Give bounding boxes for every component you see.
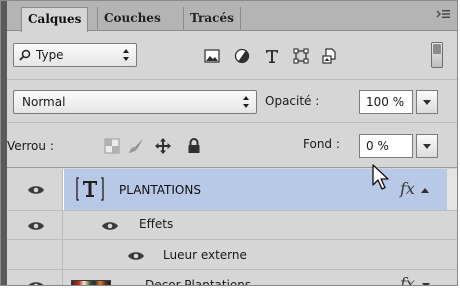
image-filter-icon[interactable] <box>203 47 221 65</box>
shape-filter-icon[interactable] <box>292 47 310 65</box>
blend-row: Normal Opacité : 100 % <box>7 81 457 123</box>
layer-name-decor-plantations[interactable]: Decor Plantations <box>145 278 251 285</box>
visibility-cell[interactable] <box>7 270 63 286</box>
layer-name-plantations[interactable]: PLANTATIONS <box>119 183 201 197</box>
tab-traces[interactable]: Tracés <box>183 7 241 31</box>
lock-image-pixels-icon[interactable] <box>127 137 145 155</box>
lock-position-icon[interactable] <box>154 137 172 155</box>
text-layer-thumbnail-icon <box>76 177 104 201</box>
updown-arrows-icon <box>243 96 249 108</box>
lock-all-icon[interactable] <box>185 137 203 155</box>
filter-toggle-switch[interactable] <box>431 42 443 68</box>
opacity-field[interactable]: 100 % <box>359 90 413 114</box>
collapse-effects-arrow-icon[interactable] <box>420 186 430 194</box>
updown-arrows-icon <box>123 49 129 61</box>
tab-couches[interactable]: Couches <box>97 7 167 31</box>
magnifier-icon <box>19 49 31 61</box>
text-filter-icon[interactable] <box>263 47 281 65</box>
lock-row: Verrou : Fond : 0 % <box>7 124 457 168</box>
layer-effects-fx-icon[interactable]: fx <box>400 179 415 198</box>
visibility-cell[interactable] <box>7 169 63 210</box>
adjustment-filter-icon[interactable] <box>233 47 251 65</box>
outer-glow-eye-icon[interactable] <box>127 250 145 262</box>
fill-dropdown-button[interactable] <box>416 134 438 158</box>
smart-object-filter-icon[interactable] <box>321 47 339 65</box>
lock-transparent-pixels-icon[interactable] <box>103 137 121 155</box>
layer-effects-row[interactable]: Effets <box>7 211 457 240</box>
layers-panel: Calques Couches Tracés Type Normal Opaci… <box>0 0 458 286</box>
layers-scrollbar[interactable] <box>447 169 457 210</box>
outer-glow-effect-row[interactable]: Lueur externe <box>7 240 457 270</box>
filter-kind-value: Type <box>36 48 64 62</box>
visibility-cell[interactable] <box>7 211 63 239</box>
layer-effects-fx-icon[interactable]: fx <box>400 274 415 285</box>
expand-effects-arrow-icon[interactable] <box>421 282 431 286</box>
opacity-dropdown-button[interactable] <box>416 90 438 114</box>
eye-icon[interactable] <box>27 220 45 232</box>
effects-eye-icon[interactable] <box>101 220 119 232</box>
layer-row-decor-plantations[interactable]: Decor Plantations fx <box>7 270 457 286</box>
panel-menu-icon[interactable] <box>435 7 451 21</box>
layer-filter-row: Type <box>7 32 457 80</box>
opacity-label: Opacité : <box>265 94 320 108</box>
outer-glow-label: Lueur externe <box>163 248 247 262</box>
eye-icon[interactable] <box>27 184 45 196</box>
blend-mode-value: Normal <box>22 95 66 109</box>
fill-field[interactable]: 0 % <box>359 134 413 158</box>
lock-label: Verrou : <box>7 139 54 153</box>
blend-mode-select[interactable]: Normal <box>13 90 257 114</box>
layer-row-plantations[interactable]: PLANTATIONS fx <box>7 169 457 211</box>
visibility-cell[interactable] <box>7 240 63 269</box>
effects-label: Effets <box>139 217 174 231</box>
opacity-value: 100 % <box>366 95 405 109</box>
panel-tab-bar: Calques Couches Tracés <box>7 1 457 32</box>
filter-kind-select[interactable]: Type <box>13 43 137 67</box>
eye-icon[interactable] <box>27 280 45 286</box>
tab-calques[interactable]: Calques <box>21 7 89 32</box>
fill-label: Fond : <box>303 137 340 151</box>
layer-thumbnail-image <box>71 280 111 285</box>
fill-value: 0 % <box>366 139 389 153</box>
